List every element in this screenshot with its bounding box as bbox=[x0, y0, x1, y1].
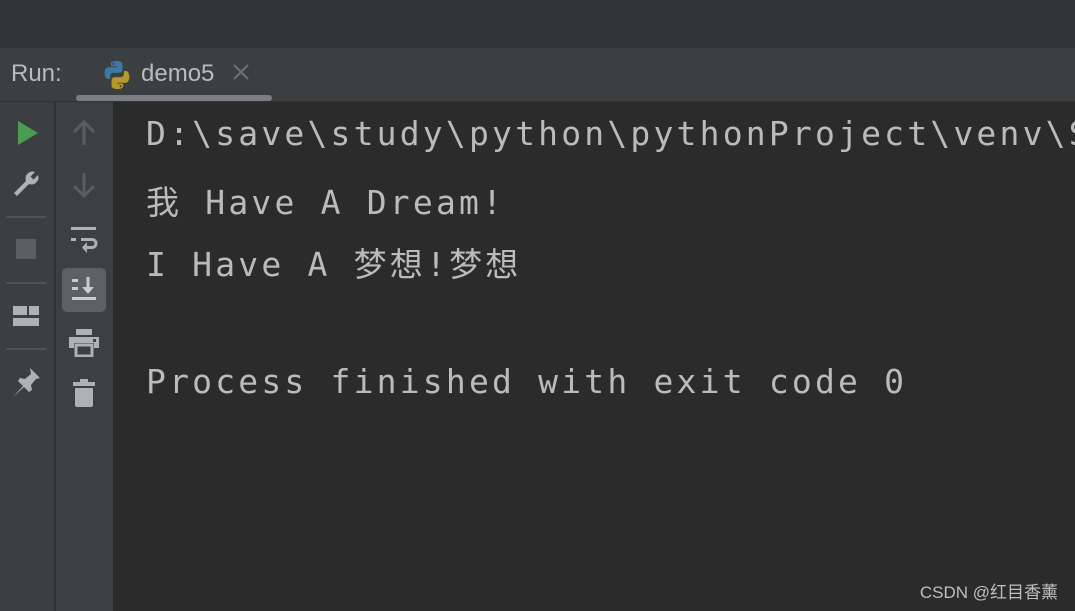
tab-label: demo5 bbox=[141, 60, 215, 87]
arrow-down-icon[interactable] bbox=[72, 172, 96, 198]
scroll-to-end-icon bbox=[72, 277, 96, 300]
arrow-up-icon[interactable] bbox=[72, 120, 96, 146]
active-tab-indicator bbox=[76, 95, 272, 101]
toolbar-separator bbox=[6, 282, 46, 284]
console-line: Process finished with exit code 0 bbox=[146, 362, 908, 401]
run-tab-bar: Run: demo5 bbox=[0, 48, 1075, 102]
soft-wrap-icon[interactable] bbox=[71, 226, 99, 254]
python-icon bbox=[104, 61, 130, 89]
print-icon[interactable] bbox=[69, 329, 99, 357]
layout-icon[interactable] bbox=[13, 306, 39, 328]
toolbar-separator bbox=[6, 216, 46, 218]
console-line: 我 Have A Dream! bbox=[146, 183, 506, 222]
watermark: CSDN @红目香薰 bbox=[919, 583, 1058, 602]
pin-icon[interactable] bbox=[11, 367, 41, 397]
console-line: D:\save\study\python\pythonProject\venv\… bbox=[146, 114, 1075, 153]
play-icon[interactable] bbox=[16, 120, 40, 146]
wrench-icon[interactable] bbox=[11, 169, 41, 199]
console-toolbar bbox=[56, 102, 113, 611]
run-toolbar bbox=[0, 102, 54, 611]
trash-icon[interactable] bbox=[73, 379, 95, 407]
title-strip bbox=[0, 0, 1075, 48]
console-output[interactable]: D:\save\study\python\pythonProject\venv\… bbox=[114, 102, 1075, 611]
stop-icon[interactable] bbox=[16, 239, 36, 259]
tab-demo5[interactable]: demo5 bbox=[76, 48, 272, 102]
console-line: I Have A 梦想!梦想 bbox=[146, 245, 522, 284]
toolbar-separator bbox=[6, 348, 46, 350]
run-label: Run: bbox=[11, 60, 62, 87]
scroll-to-end-button[interactable] bbox=[62, 268, 106, 312]
close-icon[interactable] bbox=[231, 62, 251, 82]
